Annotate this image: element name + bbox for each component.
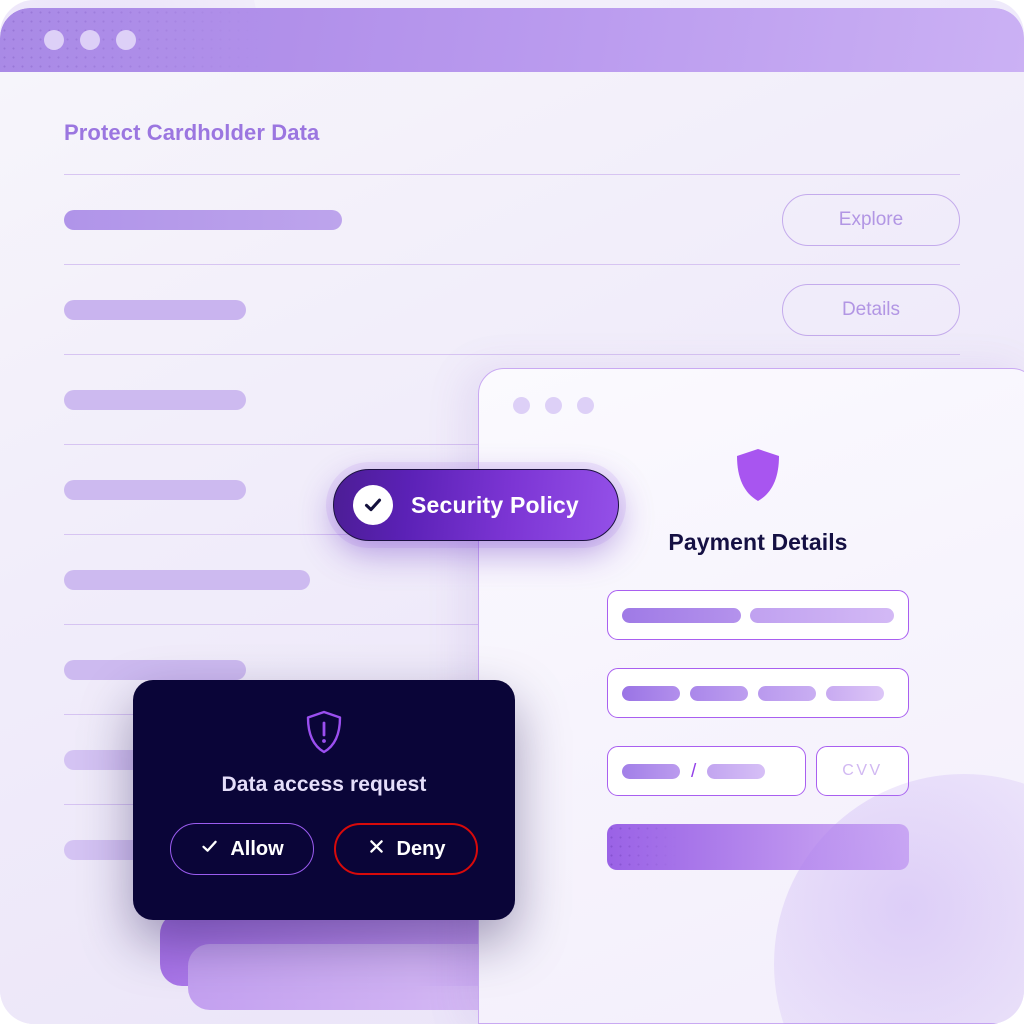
allow-button-label: Allow bbox=[230, 837, 284, 860]
payment-details-window: Payment Details / CVV bbox=[478, 368, 1024, 1024]
main-window-titlebar[interactable] bbox=[0, 8, 1024, 72]
payment-window-titlebar[interactable] bbox=[479, 369, 1024, 414]
minimize-dot[interactable] bbox=[545, 397, 562, 414]
skeleton-bar bbox=[64, 659, 246, 680]
close-dot[interactable] bbox=[513, 397, 530, 414]
card-number-field[interactable] bbox=[607, 668, 909, 718]
page-title: Protect Cardholder Data bbox=[64, 120, 320, 145]
minimize-dot[interactable] bbox=[80, 30, 100, 50]
maximize-dot[interactable] bbox=[116, 30, 136, 50]
expiry-month-segment bbox=[622, 763, 680, 779]
value-segment bbox=[622, 607, 741, 623]
x-icon bbox=[367, 837, 386, 862]
check-icon bbox=[200, 837, 219, 862]
value-segment bbox=[749, 607, 894, 623]
cvv-field[interactable]: CVV bbox=[816, 746, 909, 796]
details-button[interactable]: Details bbox=[782, 283, 960, 336]
allow-button[interactable]: Allow bbox=[170, 823, 314, 875]
value-segment bbox=[758, 685, 816, 701]
shield-alert-icon bbox=[305, 710, 343, 759]
expiry-separator: / bbox=[691, 760, 697, 782]
data-access-request-dialog: Data access request Allow Deny bbox=[133, 680, 515, 920]
security-policy-label: Security Policy bbox=[411, 491, 579, 518]
submit-payment-button[interactable] bbox=[607, 824, 909, 870]
cardholder-name-field[interactable] bbox=[607, 590, 909, 640]
maximize-dot[interactable] bbox=[577, 397, 594, 414]
explore-button[interactable]: Explore bbox=[782, 193, 960, 246]
deny-button[interactable]: Deny bbox=[334, 823, 478, 875]
list-item[interactable]: Explore bbox=[64, 175, 960, 264]
skeleton-bar bbox=[64, 299, 246, 320]
check-circle-icon bbox=[353, 485, 393, 525]
close-dot[interactable] bbox=[44, 30, 64, 50]
skeleton-bar bbox=[64, 479, 246, 500]
skeleton-bar bbox=[64, 389, 246, 410]
dialog-actions: Allow Deny bbox=[170, 823, 478, 875]
cvv-placeholder: CVV bbox=[842, 762, 883, 779]
expiry-year-segment bbox=[707, 763, 766, 779]
value-segment bbox=[826, 685, 884, 701]
list-item[interactable]: Details bbox=[64, 265, 960, 354]
shield-icon bbox=[735, 448, 781, 507]
expiry-field[interactable]: / bbox=[607, 746, 806, 796]
canvas-root: Protect Cardholder Data Explore Details bbox=[0, 0, 1024, 1024]
value-segment bbox=[622, 685, 680, 701]
skeleton-bar bbox=[64, 569, 310, 590]
skeleton-bar bbox=[64, 209, 342, 230]
payment-details-title: Payment Details bbox=[668, 529, 848, 555]
security-policy-badge[interactable]: Security Policy bbox=[333, 469, 619, 541]
deny-button-label: Deny bbox=[396, 837, 446, 860]
dialog-title: Data access request bbox=[221, 773, 427, 796]
expiry-cvv-row: / CVV bbox=[607, 746, 909, 796]
value-segment bbox=[690, 685, 748, 701]
